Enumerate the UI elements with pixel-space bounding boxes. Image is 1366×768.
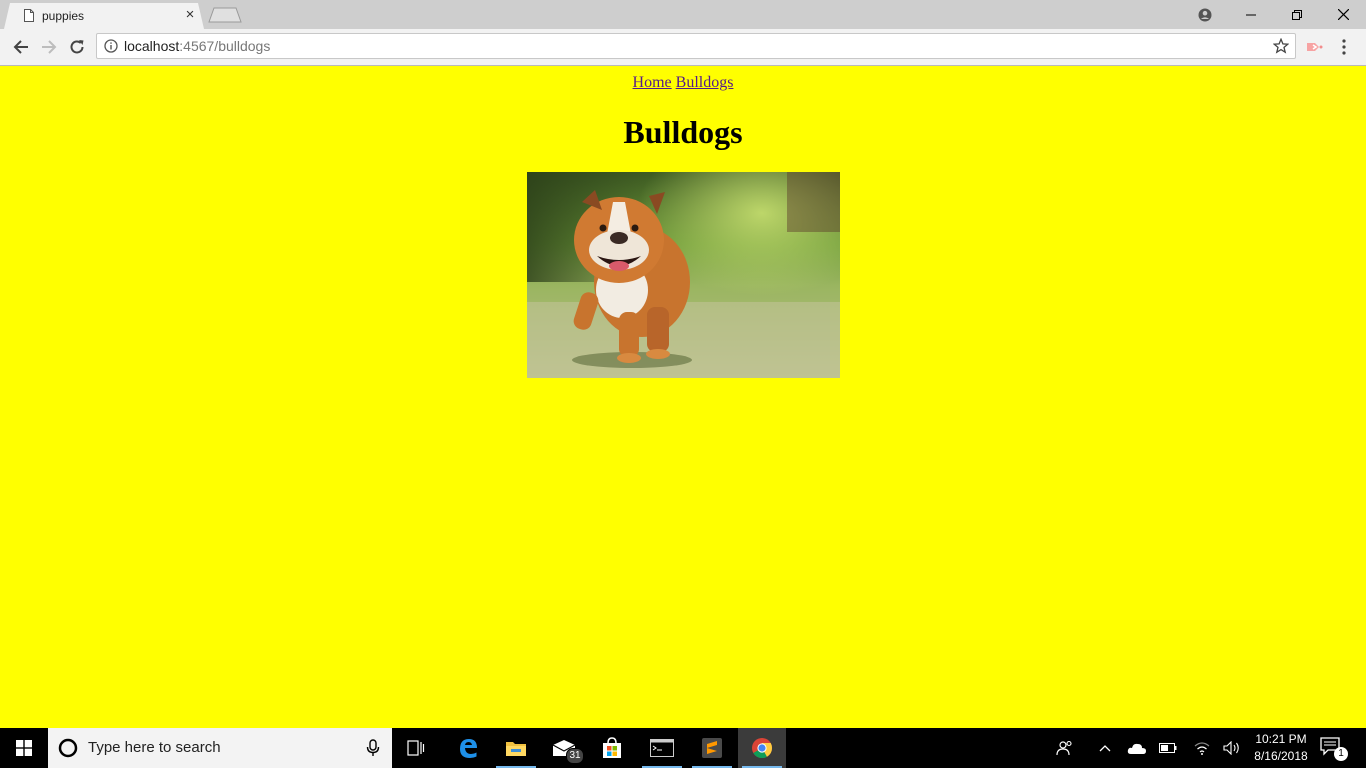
back-arrow-icon <box>13 40 28 54</box>
onedrive-button[interactable] <box>1127 738 1147 758</box>
chrome-menu-icon[interactable] <box>1336 37 1352 57</box>
store-bag-icon <box>603 737 621 758</box>
clock-time: 10:21 PM <box>1255 732 1307 746</box>
address-bar[interactable]: localhost:4567/bulldogs <box>96 33 1296 59</box>
taskbar-app-chrome[interactable] <box>738 728 786 768</box>
chrome-icon <box>752 738 773 759</box>
nav-link-home[interactable]: Home <box>633 74 672 91</box>
bulldog-photo-illustration <box>527 172 840 378</box>
clock-date: 8/16/2018 <box>1254 749 1308 763</box>
speaker-icon <box>1223 741 1239 755</box>
reload-icon <box>70 40 84 54</box>
sublime-text-icon <box>702 738 722 758</box>
browser-title-bar: puppies × <box>0 0 1366 29</box>
taskbar-app-edge[interactable] <box>444 728 492 768</box>
browser-tab[interactable]: puppies × <box>4 3 204 29</box>
taskbar-app-mail[interactable]: 31 <box>540 728 588 768</box>
taskbar-search-box[interactable]: Type here to search <box>48 728 392 768</box>
tab-close-button[interactable]: × <box>182 7 198 23</box>
page-title: Bulldogs <box>623 114 743 150</box>
url-host: localhost <box>124 38 180 54</box>
forward-arrow-icon <box>42 40 57 54</box>
windows-logo-icon <box>16 740 32 756</box>
close-icon <box>1337 9 1349 20</box>
minimize-button[interactable] <box>1228 0 1274 29</box>
wifi-icon <box>1194 742 1210 755</box>
profile-icon <box>1198 8 1212 21</box>
start-button[interactable] <box>0 728 48 768</box>
site-nav: Home Bulldogs <box>0 74 1366 92</box>
new-tab-button[interactable] <box>208 7 242 23</box>
page-content: Home Bulldogs Bulldogs <box>0 66 1366 728</box>
battery-button[interactable] <box>1158 738 1178 758</box>
nav-link-bulldogs[interactable]: Bulldogs <box>676 74 734 91</box>
cloud-icon <box>1127 743 1146 754</box>
task-view-icon <box>407 740 425 756</box>
cortana-icon <box>58 738 78 758</box>
browser-toolbar: localhost:4567/bulldogs <box>0 29 1366 66</box>
people-button[interactable] <box>1055 738 1075 758</box>
reload-button[interactable] <box>67 37 87 57</box>
battery-icon <box>1159 743 1177 753</box>
restore-button[interactable] <box>1274 0 1320 29</box>
info-icon[interactable] <box>104 39 118 53</box>
chevron-up-icon <box>1099 745 1111 752</box>
extension-icon[interactable] <box>1304 37 1324 57</box>
minimize-icon <box>1246 14 1256 15</box>
taskbar-app-sublime-text[interactable] <box>688 728 736 768</box>
microphone-icon[interactable] <box>366 739 380 757</box>
back-button[interactable] <box>11 37 31 57</box>
restore-icon <box>1292 9 1302 20</box>
bulldog-image <box>527 172 840 378</box>
notification-count-badge: 1 <box>1334 747 1348 761</box>
task-view-button[interactable] <box>392 728 440 768</box>
url-path: :4567/bulldogs <box>179 38 271 54</box>
terminal-icon <box>650 739 674 757</box>
taskbar-app-file-explorer[interactable] <box>492 728 540 768</box>
edge-icon <box>460 739 477 758</box>
folder-icon <box>506 742 526 756</box>
forward-button[interactable] <box>39 37 59 57</box>
taskbar-app-terminal[interactable] <box>638 728 686 768</box>
show-hidden-icons-button[interactable] <box>1095 738 1115 758</box>
url-text: localhost:4567/bulldogs <box>124 38 270 54</box>
windows-taskbar: Type here to search 31 10:21 PM 8/16/201… <box>0 728 1366 768</box>
mail-count-badge: 31 <box>566 748 584 764</box>
tab-title: puppies <box>42 9 85 23</box>
people-icon <box>1056 740 1072 756</box>
action-center-button[interactable]: 1 <box>1320 736 1348 762</box>
volume-button[interactable] <box>1222 738 1242 758</box>
search-placeholder: Type here to search <box>88 739 221 756</box>
taskbar-clock[interactable]: 10:21 PM 8/16/2018 <box>1248 731 1314 767</box>
profile-button[interactable] <box>1182 0 1228 29</box>
network-button[interactable] <box>1192 738 1212 758</box>
taskbar-app-store[interactable] <box>588 728 636 768</box>
bookmark-star-icon[interactable] <box>1273 38 1289 54</box>
close-window-button[interactable] <box>1320 0 1366 29</box>
page-icon <box>24 9 34 22</box>
